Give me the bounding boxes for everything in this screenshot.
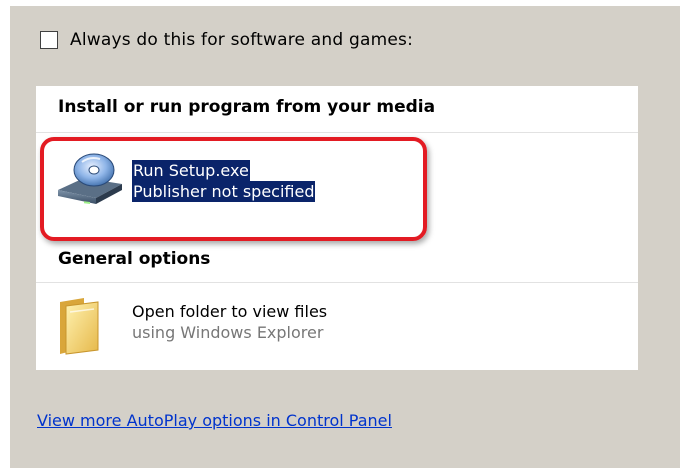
option-open-folder[interactable]: Open folder to view files using Windows … bbox=[36, 286, 456, 366]
always-do-this-row[interactable]: Always do this for software and games: bbox=[40, 30, 413, 50]
always-checkbox[interactable] bbox=[40, 31, 58, 49]
option-subtitle: using Windows Explorer bbox=[132, 323, 324, 342]
section-divider bbox=[36, 132, 638, 133]
section-header-install: Install or run program from your media bbox=[58, 97, 436, 117]
section-divider bbox=[36, 282, 638, 283]
section-header-general: General options bbox=[58, 249, 211, 269]
highlight-ring bbox=[40, 137, 427, 241]
option-title: Open folder to view files bbox=[132, 302, 328, 321]
folder-icon bbox=[60, 298, 99, 355]
control-panel-link[interactable]: View more AutoPlay options in Control Pa… bbox=[37, 411, 392, 430]
always-label: Always do this for software and games: bbox=[70, 30, 414, 50]
